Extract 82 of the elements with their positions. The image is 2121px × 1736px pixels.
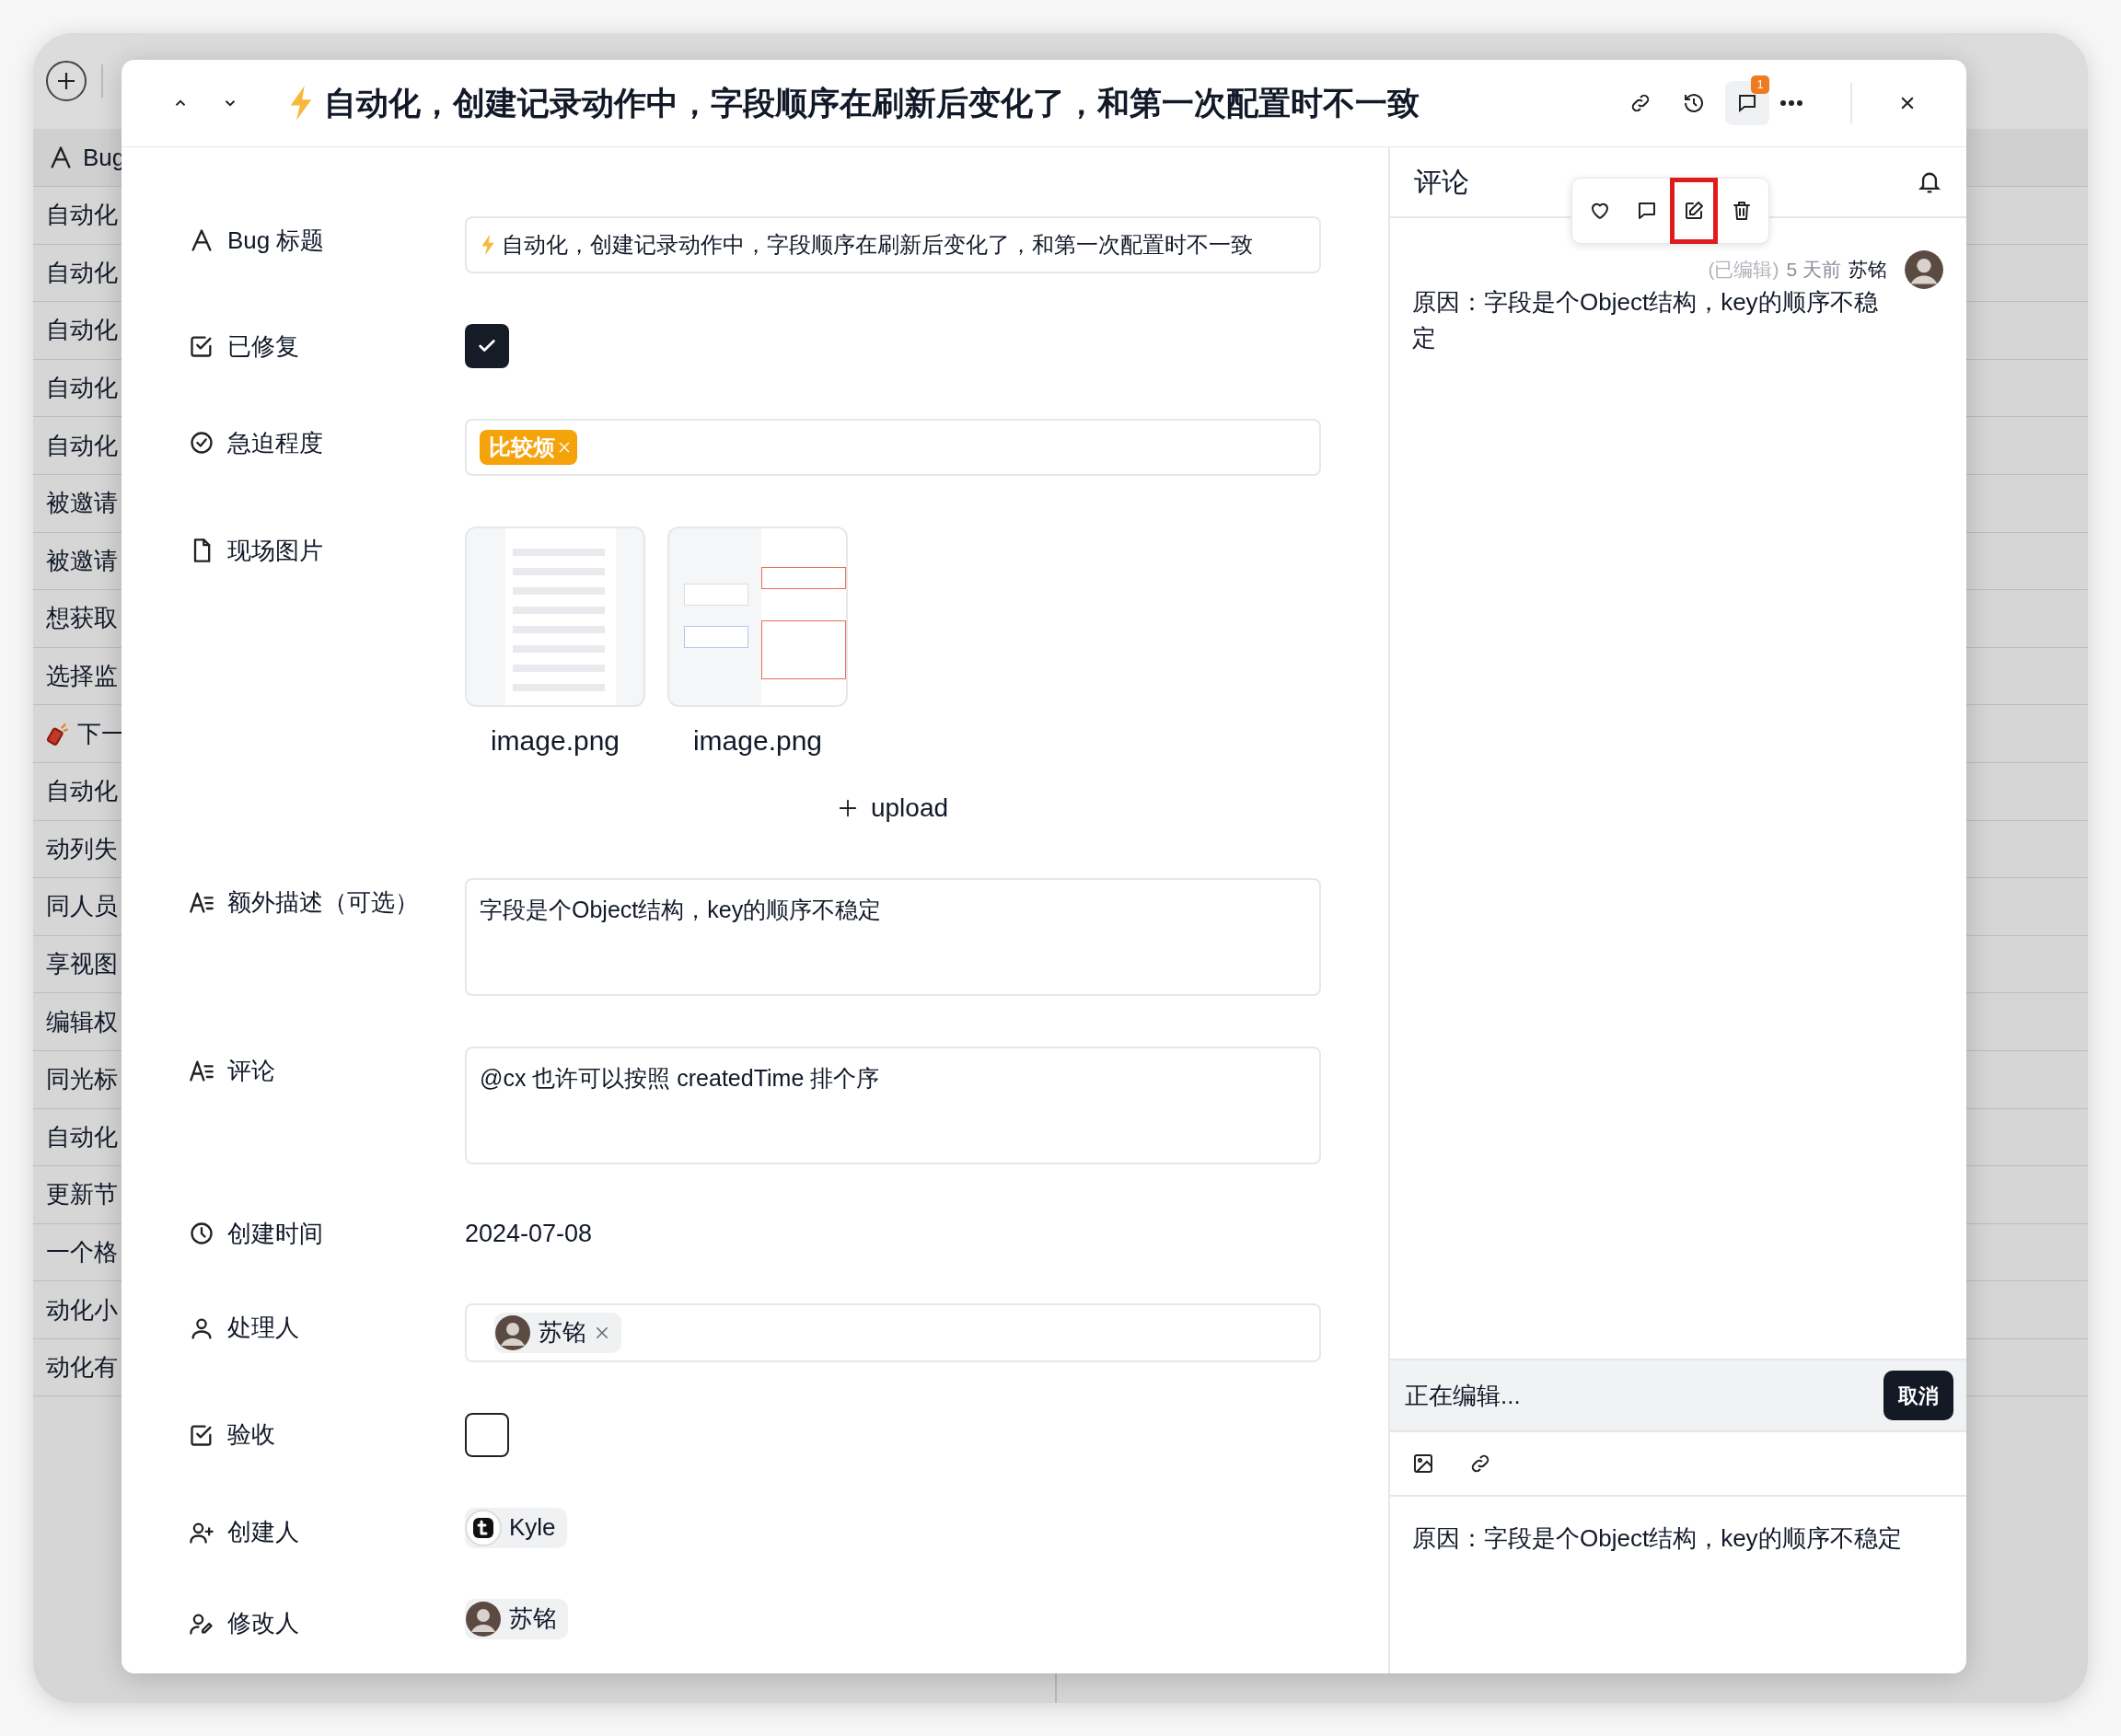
edited-label: (已编辑) <box>1708 258 1779 283</box>
row-title: 自动化 <box>46 1121 118 1152</box>
field-label: 创建时间 <box>227 1218 323 1249</box>
editing-status: 正在编辑... <box>1405 1380 1521 1411</box>
field-label: 创建人 <box>227 1517 299 1547</box>
row-title: 更新节 <box>46 1179 118 1210</box>
avatar-icon <box>494 1314 531 1351</box>
clock-icon <box>189 1221 214 1246</box>
date-value: 2024-07-08 <box>465 1219 593 1249</box>
text-field-icon <box>189 227 214 253</box>
field-label: 急迫程度 <box>227 427 323 458</box>
row-title: 一个格 <box>46 1237 118 1267</box>
row-title: 被邀请 <box>46 488 118 519</box>
cancel-button[interactable]: 取消 <box>1883 1371 1953 1420</box>
row-title: 自动化 <box>46 776 118 807</box>
checkbox[interactable] <box>465 1412 509 1457</box>
text-area[interactable]: 字段是个Object结构，key的顺序不稳定 <box>465 878 1321 996</box>
lightning-icon <box>480 233 496 257</box>
tag: 比较烦 <box>480 430 577 465</box>
row-title: 享视图 <box>46 949 118 979</box>
comment-editor[interactable]: 原因：字段是个Object结构，key的顺序不稳定 <box>1412 1521 1944 1557</box>
row-title: 被邀请 <box>46 545 118 576</box>
screenshot-thumbnail[interactable] <box>465 527 645 707</box>
close-icon <box>557 440 572 455</box>
row-title: 同人员 <box>46 891 118 922</box>
plus-icon <box>55 70 77 92</box>
row-title: 动化小 <box>46 1294 118 1325</box>
field-label: 修改人 <box>227 1608 299 1638</box>
user-chip: 苏铭 <box>465 1598 568 1639</box>
comment-text: 原因：字段是个Object结构，key的顺序不稳定 <box>1412 287 1879 353</box>
avatar-icon <box>465 1600 502 1638</box>
user-select-field[interactable]: 苏铭 <box>465 1302 1321 1362</box>
user-chip: Kyle <box>465 1507 567 1548</box>
field-label: Bug 标题 <box>227 225 325 256</box>
link-icon <box>1469 1452 1491 1475</box>
field-label: 现场图片 <box>227 535 323 566</box>
screenshot-thumbnail[interactable] <box>667 527 848 707</box>
record-title: 自动化，创建记录动作中，字段顺序在刷新后变化了，和第一次配置时不一致 <box>324 83 1420 122</box>
row-title: 动化有 <box>46 1352 118 1383</box>
comment-time: 5 天前 <box>1786 258 1841 283</box>
row-title: 自动化 <box>46 430 118 461</box>
row-title: 选择监 <box>46 661 118 692</box>
link-icon <box>1629 92 1652 114</box>
edit-button[interactable] <box>1670 178 1718 244</box>
upload-button[interactable]: upload <box>837 789 949 827</box>
row-title: 编辑权 <box>46 1006 118 1037</box>
row-title: 自动化 <box>46 257 118 288</box>
add-button[interactable] <box>46 61 87 101</box>
circle-check-icon <box>189 430 214 456</box>
comment-author: 苏铭 <box>1849 258 1887 283</box>
insert-image-button[interactable] <box>1412 1452 1434 1475</box>
row-title: 自动化 <box>46 200 118 231</box>
checkbox[interactable] <box>465 324 509 368</box>
row-title: 动列失 <box>46 833 118 864</box>
logo-icon <box>465 1509 502 1546</box>
row-title: 同光标 <box>46 1064 118 1095</box>
file-name: image.png <box>692 724 823 758</box>
field-label: 处理人 <box>227 1313 299 1343</box>
image-icon <box>1412 1452 1434 1475</box>
text-input[interactable]: 自动化，创建记录动作中，字段顺序在刷新后变化了，和第一次配置时不一致 <box>465 216 1321 273</box>
history-icon <box>1683 92 1705 114</box>
field-label: 评论 <box>227 1055 275 1086</box>
edit-icon <box>1683 200 1705 222</box>
row-title: 自动化 <box>46 373 118 404</box>
field-label: 已修复 <box>227 330 299 362</box>
firecracker-icon <box>46 722 70 746</box>
long-text-icon <box>189 1058 214 1083</box>
comments-panel-title: 评论 <box>1414 166 1469 199</box>
row-title: 自动化 <box>46 315 118 346</box>
long-text-icon <box>189 889 214 915</box>
comment-count-badge: 1 <box>1751 75 1769 94</box>
user-chip: 苏铭 <box>494 1312 621 1353</box>
field-label: 验收 <box>227 1419 275 1450</box>
file-name: image.png <box>490 724 620 758</box>
row-title: 想获取 <box>46 603 118 634</box>
plus-icon <box>837 798 858 818</box>
avatar-icon <box>1904 249 1944 290</box>
more-icon <box>1779 99 1803 107</box>
insert-link-button[interactable] <box>1469 1452 1491 1475</box>
field-label: 额外描述（可选） <box>227 886 419 918</box>
comment-icon <box>1736 92 1758 114</box>
text-area[interactable]: @cx 也许可以按照 createdTime 排个序 <box>465 1047 1321 1164</box>
